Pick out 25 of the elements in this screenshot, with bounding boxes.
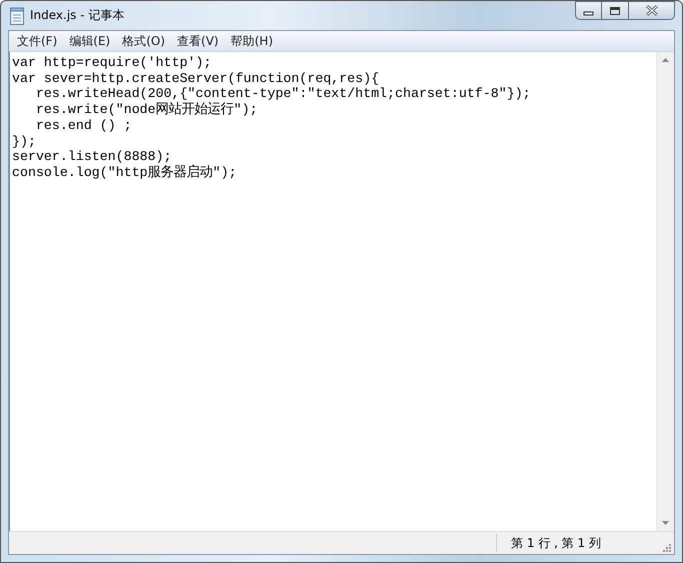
notepad-icon — [9, 6, 25, 24]
menu-item[interactable]: 编辑(E) — [63, 32, 116, 50]
close-icon — [644, 5, 658, 16]
menu-item[interactable]: 格式(O) — [116, 32, 172, 50]
code-line: res.end () ; — [34, 118, 133, 134]
minimize-button[interactable] — [575, 1, 602, 20]
scroll-up-icon[interactable] — [662, 58, 669, 62]
cursor-position: 第 1 行 , 第 1 列 — [510, 534, 602, 552]
close-button[interactable] — [629, 1, 675, 20]
code-line: res.write("node网站开始运行"); — [34, 102, 259, 118]
code-line: server.listen(8888); — [12, 149, 173, 165]
resize-grip-icon[interactable] — [661, 542, 671, 552]
window-title: Index.js - 记事本 — [30, 7, 124, 24]
code-line: var sever=http.createServer(function(req,res){ — [12, 70, 380, 86]
code-line: var http=require('http'); — [12, 55, 212, 71]
code-line: }); — [12, 134, 37, 150]
maximize-button[interactable] — [602, 1, 629, 20]
menu-item[interactable]: 文件(F) — [11, 32, 64, 50]
maximize-icon — [609, 6, 621, 16]
menu-item[interactable]: 帮助(H) — [224, 32, 279, 50]
vertical-scrollbar[interactable] — [656, 52, 674, 531]
code-line: console.log("http服务器启动"); — [12, 164, 238, 181]
code-line: res.writeHead(200,{"content-type":"text/html;charset:utf-8"}); — [34, 86, 532, 102]
scroll-down-icon[interactable] — [662, 521, 669, 525]
menu-item[interactable]: 查看(V) — [171, 32, 225, 50]
